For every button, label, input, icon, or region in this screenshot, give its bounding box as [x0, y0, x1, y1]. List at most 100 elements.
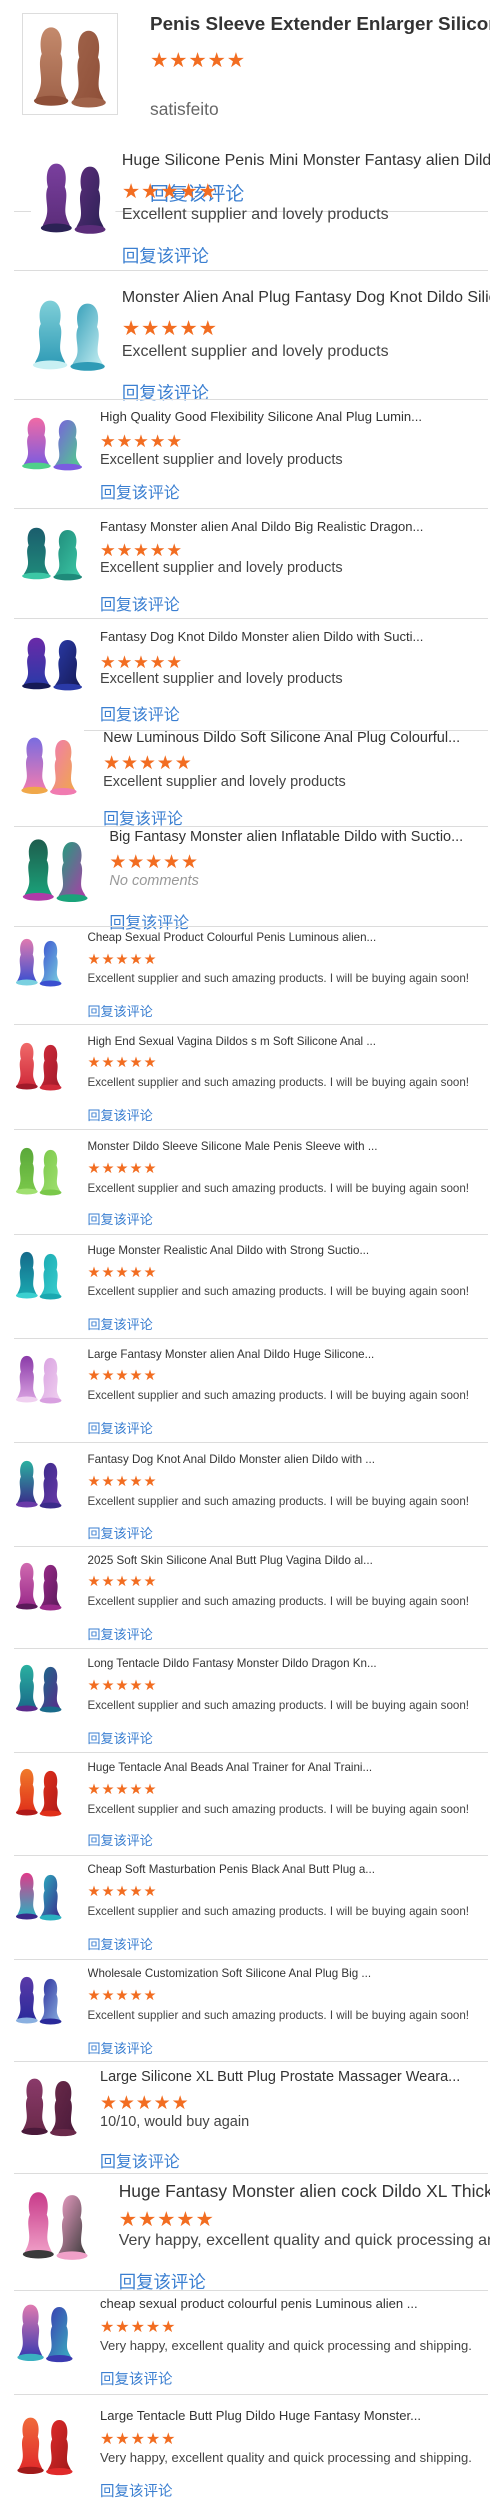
divider — [14, 1647, 488, 1649]
product-title[interactable]: Big Fantasy Monster alien Inflatable Dil… — [109, 829, 463, 845]
product-thumbnail[interactable] — [9, 1453, 69, 1513]
review-comment: Excellent supplier and lovely products — [100, 560, 343, 577]
rating-stars: ★★★★★ — [118, 2208, 215, 2231]
product-title[interactable]: High Quality Good Flexibility Silicone A… — [100, 409, 422, 424]
reply-link[interactable]: 回复该评论 — [122, 243, 209, 268]
reply-link[interactable]: 回复该评论 — [88, 1830, 153, 1849]
product-thumbnail[interactable] — [9, 1243, 69, 1304]
review-comment: Excellent supplier and such amazing prod… — [87, 1181, 470, 1195]
reviews-page: Penis Sleeve Extender Enlarger Silicone … — [0, 0, 500, 2507]
product-thumbnail[interactable] — [12, 2069, 85, 2142]
review-comment: Excellent supplier and such amazing prod… — [87, 1285, 470, 1299]
product-thumbnail[interactable] — [12, 408, 91, 475]
reply-link[interactable]: 回复该评论 — [100, 701, 180, 725]
product-title[interactable]: Fantasy Monster alien Anal Dildo Big Rea… — [100, 519, 423, 534]
rating-stars: ★★★★★ — [87, 1055, 158, 1072]
review-comment: Excellent supplier and lovely products — [100, 670, 343, 687]
rating-stars: ★★★★★ — [100, 2318, 177, 2336]
divider — [14, 2289, 488, 2291]
divider — [14, 2061, 488, 2063]
reply-link[interactable]: 回复该评论 — [88, 1209, 153, 1228]
product-title[interactable]: Fantasy Dog Knot Dildo Monster alien Dil… — [100, 629, 423, 644]
reply-link[interactable]: 回复该评论 — [100, 2368, 173, 2389]
review-comment: Excellent supplier and lovely products — [103, 774, 346, 791]
product-title[interactable]: Cheap Sexual Product Colourful Penis Lum… — [88, 931, 377, 944]
product-thumbnail[interactable] — [31, 151, 116, 240]
product-title[interactable]: Large Silicone XL Butt Plug Prostate Mas… — [100, 2069, 460, 2085]
divider — [14, 2173, 488, 2175]
rating-stars: ★★★★★ — [100, 431, 183, 452]
review-comment: Very happy, excellent quality and quick … — [118, 2232, 490, 2250]
review-comment: Excellent supplier and such amazing prod… — [87, 1699, 470, 1712]
reply-link[interactable]: 回复该评论 — [88, 1105, 153, 1124]
product-title[interactable]: Cheap Soft Masturbation Penis Black Anal… — [88, 1863, 375, 1876]
product-thumbnail[interactable] — [9, 1347, 69, 1408]
reply-link[interactable]: 回复该评论 — [88, 2038, 153, 2057]
product-thumbnail[interactable] — [21, 12, 118, 115]
reply-link[interactable]: 回复该评论 — [88, 1523, 153, 1542]
product-title[interactable]: Penis Sleeve Extender Enlarger Silicone … — [150, 13, 490, 35]
review-comment: Excellent supplier and such amazing prod… — [87, 1905, 470, 1918]
product-thumbnail[interactable] — [12, 629, 91, 695]
product-thumbnail[interactable] — [21, 289, 116, 377]
rating-stars: ★★★★★ — [87, 1574, 158, 1591]
reviewer-name: satisfeito — [150, 99, 219, 119]
reply-link[interactable]: 回复该评论 — [100, 591, 180, 615]
product-thumbnail[interactable] — [9, 930, 69, 991]
product-title[interactable]: cheap sexual product colourful penis Lum… — [100, 2296, 418, 2311]
reply-link[interactable]: 回复该评论 — [88, 1624, 153, 1643]
product-title[interactable]: New Luminous Dildo Soft Silicone Anal Pl… — [103, 730, 460, 746]
product-thumbnail[interactable] — [9, 1140, 69, 1200]
reply-link[interactable]: 回复该评论 — [109, 909, 189, 933]
review-comment: Excellent supplier and such amazing prod… — [87, 2008, 470, 2022]
product-thumbnail[interactable] — [9, 2407, 82, 2480]
reply-link[interactable]: 回复该评论 — [88, 1314, 153, 1333]
product-title[interactable]: Wholesale Customization Soft Silicone An… — [88, 1967, 372, 1980]
product-title[interactable]: Large Fantasy Monster alien Anal Dildo H… — [88, 1348, 375, 1361]
product-title[interactable]: Fantasy Dog Knot Anal Dildo Monster alie… — [88, 1453, 375, 1466]
product-title[interactable]: 2025 Soft Skin Silicone Anal Butt Plug V… — [88, 1554, 373, 1567]
product-title[interactable]: Monster Dildo Sleeve Silicone Male Penis… — [88, 1140, 378, 1153]
product-title[interactable]: Large Tentacle Butt Plug Dildo Huge Fant… — [100, 2408, 421, 2423]
product-thumbnail[interactable] — [9, 1761, 69, 1821]
product-title[interactable]: Huge Tentacle Anal Beads Anal Trainer fo… — [88, 1761, 373, 1774]
product-title[interactable]: Huge Fantasy Monster alien cock Dildo XL… — [119, 2181, 490, 2202]
divider — [14, 269, 488, 271]
product-title[interactable]: Long Tentacle Dildo Fantasy Monster Dild… — [88, 1657, 377, 1670]
product-thumbnail[interactable] — [9, 1657, 69, 1717]
product-title[interactable]: Monster Alien Anal Plug Fantasy Dog Knot… — [122, 289, 490, 307]
rating-stars: ★★★★★ — [87, 1160, 158, 1177]
product-thumbnail[interactable] — [9, 2294, 82, 2367]
product-thumbnail[interactable] — [12, 828, 97, 907]
reply-link[interactable]: 回复该评论 — [100, 2480, 173, 2501]
product-thumbnail[interactable] — [12, 518, 91, 585]
reply-link[interactable]: 回复该评论 — [88, 1728, 153, 1747]
rating-stars: ★★★★★ — [87, 1988, 158, 2005]
divider — [14, 1128, 488, 1130]
product-title[interactable]: Huge Silicone Penis Mini Monster Fantasy… — [122, 152, 490, 170]
divider — [14, 1959, 488, 1961]
reply-link[interactable]: 回复该评论 — [88, 1418, 153, 1437]
rating-stars: ★★★★★ — [87, 1473, 158, 1490]
reply-link[interactable]: 回复该评论 — [100, 2148, 180, 2172]
review-comment: Very happy, excellent quality and quick … — [100, 2449, 472, 2465]
review-comment: Excellent supplier and such amazing prod… — [87, 1389, 470, 1403]
review-comment: Excellent supplier and such amazing prod… — [87, 1802, 470, 1816]
product-thumbnail[interactable] — [9, 1555, 69, 1615]
review-comment: Excellent supplier and such amazing prod… — [87, 1494, 470, 1508]
rating-stars: ★★★★★ — [103, 752, 193, 774]
product-thumbnail[interactable] — [12, 728, 85, 801]
review-comment: 10/10, would buy again — [100, 2114, 250, 2131]
product-title[interactable]: High End Sexual Vagina Dildos s m Soft S… — [88, 1035, 377, 1048]
product-thumbnail[interactable] — [9, 1968, 69, 2029]
product-thumbnail[interactable] — [9, 1865, 69, 1925]
divider — [14, 1234, 488, 1236]
reply-link[interactable]: 回复该评论 — [88, 1934, 153, 1953]
divider — [14, 507, 488, 509]
reply-link[interactable]: 回复该评论 — [122, 380, 209, 405]
product-thumbnail[interactable] — [12, 2181, 97, 2266]
product-thumbnail[interactable] — [9, 1034, 69, 1095]
product-title[interactable]: Huge Monster Realistic Anal Dildo with S… — [88, 1244, 370, 1257]
reply-link[interactable]: 回复该评论 — [88, 1001, 153, 1020]
reply-link[interactable]: 回复该评论 — [100, 479, 180, 503]
